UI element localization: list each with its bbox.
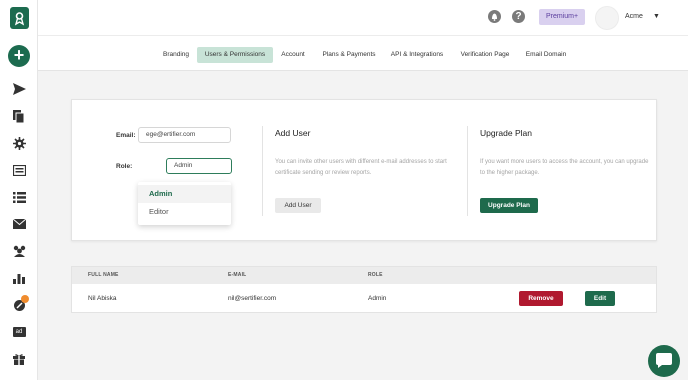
column-role: ROLE [368,272,383,278]
divider [467,126,468,216]
table-header: FULL NAME E-MAIL ROLE [72,267,656,284]
tab-email-domain[interactable]: Email Domain [522,47,570,63]
tab-branding[interactable]: Branding [156,47,196,63]
column-full-name: FULL NAME [88,272,119,278]
upgrade-plan-button[interactable]: Upgrade Plan [480,198,538,213]
user-full-name: Nil Abiska [88,295,117,302]
chat-widget-button[interactable] [648,345,680,377]
tab-verification-page[interactable]: Verification Page [456,47,514,63]
role-label: Role: [116,163,133,170]
documents-icon[interactable] [11,108,27,124]
tab-account[interactable]: Account [276,47,310,63]
avatar[interactable] [595,6,619,30]
user-role: Admin [368,295,387,302]
upgrade-plan-description: If you want more users to access the acc… [480,159,649,176]
tab-plans-payments[interactable]: Plans & Payments [318,47,380,63]
email-field[interactable]: ege@ertifier.com [138,127,231,143]
edit-user-button[interactable]: Edit [585,291,615,306]
chat-bubble-icon [656,353,672,368]
ad-icon[interactable]: ad [11,324,27,340]
users-table: FULL NAME E-MAIL ROLE Nil Abiska nil@ser… [71,266,657,313]
role-select[interactable]: Admin [166,158,232,174]
divider [262,126,263,216]
ad-label: ad [12,327,26,337]
email-label: Email: [116,132,136,139]
settings-tabs: Branding Users & Permissions Account Pla… [38,35,688,71]
upgrade-plan-title: Upgrade Plan [480,128,532,138]
account-menu-chevron-icon[interactable]: ▼ [653,13,660,20]
template-icon[interactable] [11,162,27,178]
tab-api-integrations[interactable]: API & Integrations [386,47,448,63]
help-icon[interactable]: ? [512,10,525,23]
role-option-admin[interactable]: Admin [138,185,231,203]
remove-user-button[interactable]: Remove [519,291,563,306]
send-icon[interactable] [11,81,27,97]
gift-icon[interactable] [11,351,27,367]
premium-plan-button[interactable]: Premium+ [539,9,585,25]
sidebar: + ad [0,0,38,380]
users-icon[interactable] [11,243,27,259]
mail-icon[interactable] [11,216,27,232]
logo-mark-icon [14,12,25,26]
account-name[interactable]: Acme [625,13,643,20]
top-bar: ? Premium+ Acme ▼ [38,0,688,35]
create-new-button[interactable]: + [8,45,30,67]
role-option-editor[interactable]: Editor [138,203,231,221]
tab-users-permissions[interactable]: Users & Permissions [197,47,273,63]
add-user-description: You can invite other users with differen… [275,159,447,176]
notification-badge [21,295,29,303]
role-select-value: Admin [174,162,193,169]
settings-gear-icon[interactable] [11,135,27,151]
add-user-title: Add User [275,128,311,138]
list-icon[interactable] [11,189,27,205]
bell-icon[interactable] [488,10,501,23]
user-email: nil@sertifier.com [228,295,277,302]
role-dropdown-menu: Admin Editor [138,182,231,225]
analytics-icon[interactable] [11,270,27,286]
add-user-button[interactable]: Add User [275,198,321,213]
column-email: E-MAIL [228,272,247,278]
app-logo[interactable] [10,7,29,29]
